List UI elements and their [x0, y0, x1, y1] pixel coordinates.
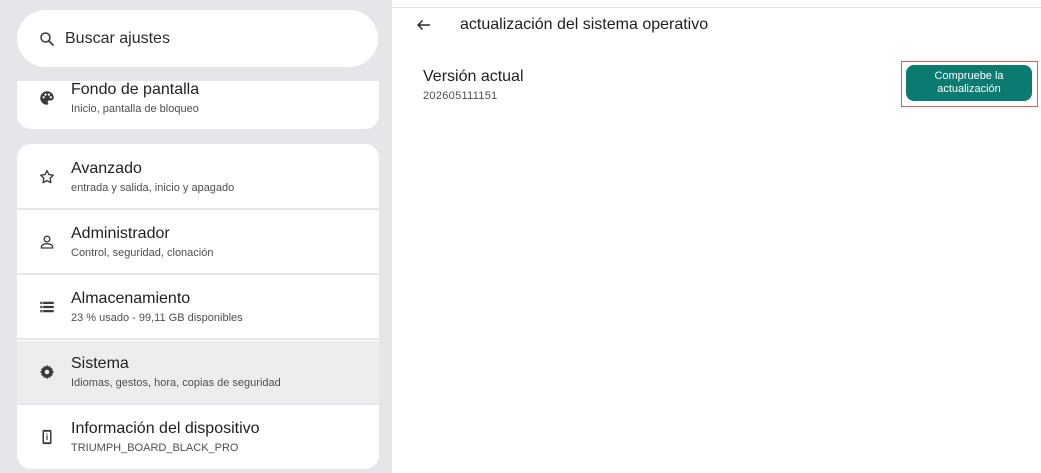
sidebar-item-device-info[interactable]: Información del dispositivo TRIUMPH_BOAR… [17, 406, 379, 468]
search-icon [40, 31, 54, 46]
item-divider [17, 403, 379, 405]
sidebar-item-title: Fondo de pantalla [71, 80, 200, 98]
sidebar-item-title: Almacenamiento [71, 289, 191, 307]
person-icon [37, 232, 57, 252]
device-info-icon [37, 427, 57, 447]
search-placeholder: Buscar ajustes [65, 29, 170, 47]
palette-icon [37, 88, 57, 108]
gear-icon [37, 362, 57, 382]
sidebar-item-subtitle: Idiomas, gestos, hora, copias de segurid… [71, 376, 281, 389]
sidebar-item-title: Avanzado [71, 159, 142, 177]
check-update-label-line1: Compruebe la [934, 70, 1004, 82]
sidebar-item-wallpaper[interactable]: Fondo de pantalla Inicio, pantalla de bl… [17, 75, 379, 121]
sidebar-item-subtitle: 23 % usado - 99,11 GB disponibles [71, 311, 243, 324]
sidebar-item-subtitle: Inicio, pantalla de bloqueo [71, 102, 199, 115]
detail-header: actualización del sistema operativo [415, 16, 708, 34]
sidebar-item-administrator[interactable]: Administrador Control, seguridad, clonac… [17, 211, 379, 273]
sidebar-item-title: Información del dispositivo [71, 419, 260, 437]
back-arrow-icon[interactable] [415, 16, 433, 34]
sidebar-item-storage[interactable]: Almacenamiento 23 % usado - 99,11 GB dis… [17, 276, 379, 338]
storage-icon [37, 297, 57, 317]
sidebar-item-subtitle: Control, seguridad, clonación [71, 246, 214, 259]
sidebar-item-system[interactable]: Sistema Idiomas, gestos, hora, copias de… [17, 341, 379, 403]
current-version-label: Versión actual [423, 68, 524, 85]
sidebar-item-title: Administrador [71, 224, 170, 242]
item-divider [17, 208, 379, 210]
current-version-value: 202605111151 [423, 90, 498, 102]
check-update-label-line2: actualización [937, 83, 1001, 95]
search-bar[interactable]: Buscar ajustes [17, 10, 378, 67]
check-update-button[interactable]: Compruebe la actualización [906, 65, 1032, 101]
top-divider [392, 7, 1041, 8]
sidebar-item-subtitle: entrada y salida, inicio y apagado [71, 181, 235, 194]
page-title: actualización del sistema operativo [460, 16, 709, 33]
item-divider [17, 338, 379, 340]
star-outline-icon [37, 167, 57, 187]
sidebar-item-title: Sistema [71, 354, 129, 372]
sidebar-item-advanced[interactable]: Avanzado entrada y salida, inicio y apag… [17, 146, 379, 208]
sidebar-item-subtitle: TRIUMPH_BOARD_BLACK_PRO [71, 441, 239, 454]
item-divider [17, 273, 379, 275]
